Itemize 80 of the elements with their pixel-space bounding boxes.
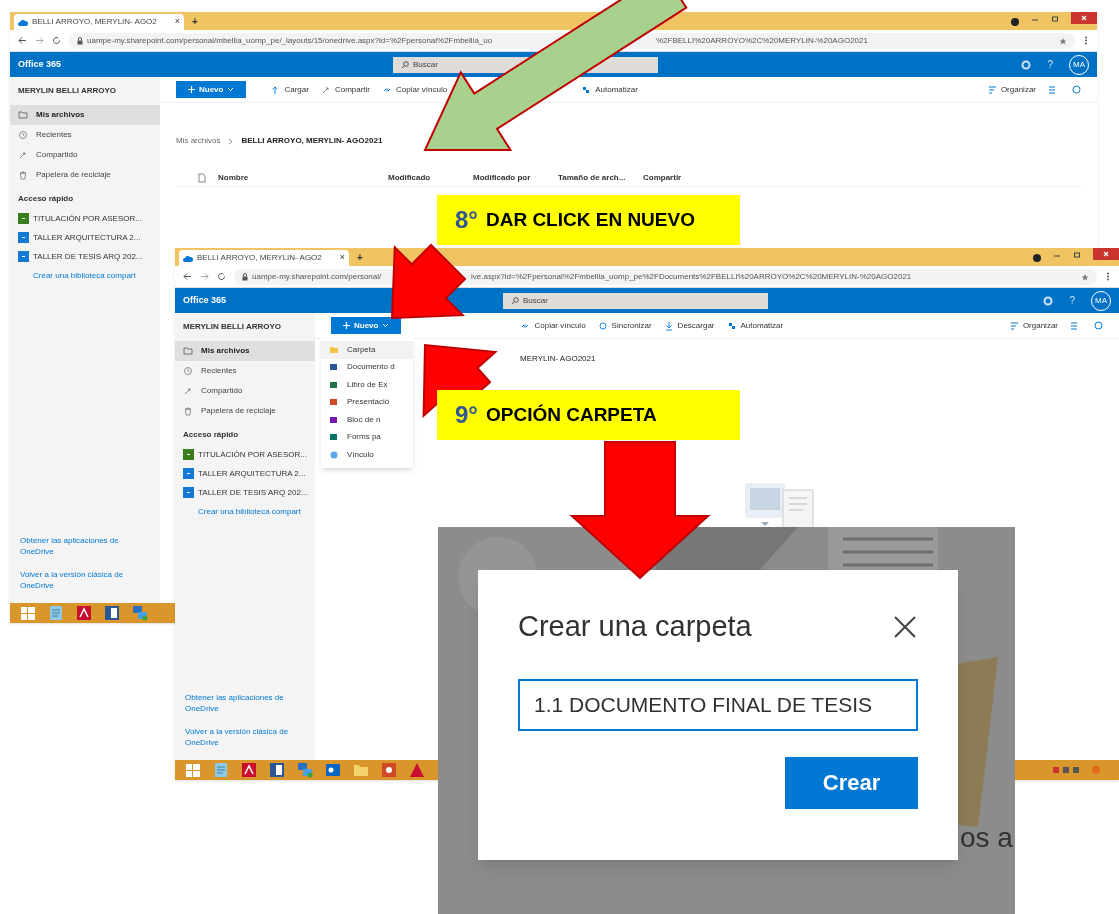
step-text: DAR CLICK EN NUEVO xyxy=(485,207,695,232)
toolbar-button[interactable]: Copiar vínculo xyxy=(520,319,586,332)
quick-access-item[interactable]: TALLER DE TESIS ARQ 202... xyxy=(175,483,315,502)
column-header[interactable]: Modificado por xyxy=(473,171,558,184)
step-number: 9° xyxy=(455,400,478,430)
toolbar-button[interactable]: Descargar xyxy=(663,319,715,332)
create-button[interactable]: Crear xyxy=(785,756,918,809)
toolbar-button[interactable]: Automatizar xyxy=(726,319,784,332)
app-name: Office 365 xyxy=(183,293,228,307)
breadcrumb-current: MERYLIN- AGO2021 xyxy=(520,353,596,365)
column-header[interactable]: Tamaño de arch... xyxy=(558,171,643,184)
menu-item[interactable]: Presentació xyxy=(321,393,413,411)
browser-tab[interactable]: BELLI ARROYO, MERYLIN- AGO2 × xyxy=(179,250,349,266)
nav-item[interactable]: Compartido xyxy=(10,145,160,165)
toolbar-button[interactable]: Copiar vínculo xyxy=(382,83,448,96)
new-tab-button[interactable]: + xyxy=(357,249,363,265)
tab-title: BELLI ARROYO, MERYLIN- AGO2 xyxy=(197,252,322,264)
nav-item[interactable]: Papelera de reciclaje xyxy=(175,401,315,421)
breadcrumb-current: BELLI ARROYO, MERYLIN- AGO2021 xyxy=(241,135,383,147)
create-library-link[interactable]: Crear una biblioteca compart xyxy=(10,270,160,282)
search-field[interactable]: Buscar xyxy=(503,292,768,309)
folder-name-field[interactable]: 1.1 DOCUMENTO FINAL DE TESIS xyxy=(518,678,918,731)
new-button[interactable]: Nuevo xyxy=(176,81,247,98)
quick-access-item[interactable]: TITULACIÓN POR ASESOR... xyxy=(10,209,160,228)
close-tab-icon[interactable]: × xyxy=(174,15,180,29)
url-text: ive.aspx?id=%2Fpersonal%2Fmbellia_uomp_pe%2FDocuments%2FBELLI%20ARROYO%2C%20MERYLIN-%20AGO2021 xyxy=(471,270,912,283)
footer-link[interactable]: Obtener las aplicaciones de OneDrive xyxy=(175,692,305,714)
user-name: MERYLIN BELLI ARROYO xyxy=(182,321,283,333)
nav-item[interactable]: Papelera de reciclaje xyxy=(10,165,160,185)
nav-item[interactable]: Recientes xyxy=(175,361,315,381)
search-placeholder: Buscar xyxy=(523,294,548,307)
nav-item[interactable]: Mis archivos xyxy=(10,105,160,125)
create-library-link[interactable]: Crear una biblioteca compart xyxy=(175,506,315,518)
background-text: os a xyxy=(960,821,1013,855)
dialog-title: Crear una carpeta xyxy=(518,609,752,644)
footer-link[interactable]: Obtener las aplicaciones de OneDrive xyxy=(10,535,140,557)
section-heading: Acceso rápido xyxy=(182,429,240,441)
tab-title: BELLI ARROYO, MERYLIN- AGO2 xyxy=(32,16,157,28)
toolbar-button[interactable]: Compartir xyxy=(320,83,371,96)
footer-link[interactable]: Volver a la versión clásica de OneDrive xyxy=(10,569,140,591)
new-button[interactable]: Nuevo xyxy=(331,317,402,334)
close-tab-icon[interactable]: × xyxy=(339,251,345,265)
help-button[interactable]: ? xyxy=(1047,57,1053,72)
sort-button[interactable]: Organizar xyxy=(1009,319,1058,332)
app-name: Office 365 xyxy=(18,57,63,71)
new-tab-button[interactable]: + xyxy=(192,13,198,29)
toolbar-button[interactable]: Automatizar xyxy=(581,83,638,96)
nav-item[interactable]: Recientes xyxy=(10,125,160,145)
quick-access-item[interactable]: TITULACIÓN POR ASESOR... xyxy=(175,445,315,464)
help-button[interactable]: ? xyxy=(1069,293,1075,308)
sort-button[interactable]: Organizar xyxy=(987,83,1036,96)
step-text: OPCIÓN CARPETA xyxy=(485,402,657,427)
menu-item[interactable]: Documento d xyxy=(321,358,413,376)
quick-access-item[interactable]: TALLER ARQUITECTURA 2... xyxy=(10,228,160,247)
section-heading: Acceso rápido xyxy=(17,193,75,205)
address-bar[interactable]: uampe-my.sharepoint.com/personal/mbellia_uomp_pe/_layouts/15/onedrive.aspx?id=%2Fpersonal%2Fmbellia_uo %2FBELLI%20ARROYO%2C%20MERYLIN-%20AGO2021 xyxy=(69,32,1075,49)
browser-tab[interactable]: BELLI ARROYO, MERYLIN- AGO2 × xyxy=(14,14,184,30)
url-text: uampe-my.sharepoint.com/personal/mbellia_uomp_pe/_layouts/15/onedrive.aspx?id=%2Fpersonal%2Fmbellia_uo xyxy=(87,34,493,47)
search-placeholder: Buscar xyxy=(413,58,438,71)
step-number: 8° xyxy=(455,205,478,235)
url-text: %2FBELLI%20ARROYO%2C%20MERYLIN-%20AGO2021 xyxy=(656,34,868,47)
quick-access-item[interactable]: TALLER DE TESIS ARQ 202... xyxy=(10,247,160,266)
toolbar-button[interactable]: Sincronizar xyxy=(597,319,652,332)
menu-item[interactable]: Bloc de n xyxy=(321,411,413,429)
toolbar-button[interactable]: Cargar xyxy=(270,83,309,96)
nav-item[interactable]: Compartido xyxy=(175,381,315,401)
breadcrumb-link[interactable]: Mis archivos xyxy=(176,135,221,147)
column-header[interactable]: Nombre xyxy=(218,171,388,184)
menu-item[interactable]: Vínculo xyxy=(321,446,413,464)
quick-access-item[interactable]: TALLER ARQUITECTURA 2... xyxy=(175,464,315,483)
address-bar[interactable]: uampe-my.sharepoint.com/personal/ ive.aspx?id=%2Fpersonal%2Fmbellia_uomp_pe%2FDocuments%2FBELLI%20ARROYO%2C%20MERYLIN-%20AGO2021 xyxy=(234,268,1097,285)
user-name: MERYLIN BELLI ARROYO xyxy=(17,85,118,97)
url-text: uampe-my.sharepoint.com/personal/ xyxy=(252,270,382,283)
column-header[interactable]: Compartir xyxy=(643,171,703,184)
menu-item[interactable]: Libro de Ex xyxy=(321,376,413,394)
footer-link[interactable]: Volver a la versión clásica de OneDrive xyxy=(175,726,305,748)
menu-item[interactable]: Forms pa xyxy=(321,428,413,446)
menu-item[interactable]: Carpeta xyxy=(321,341,413,359)
column-header[interactable]: Modificado xyxy=(388,171,473,184)
nav-item[interactable]: Mis archivos xyxy=(175,341,315,361)
